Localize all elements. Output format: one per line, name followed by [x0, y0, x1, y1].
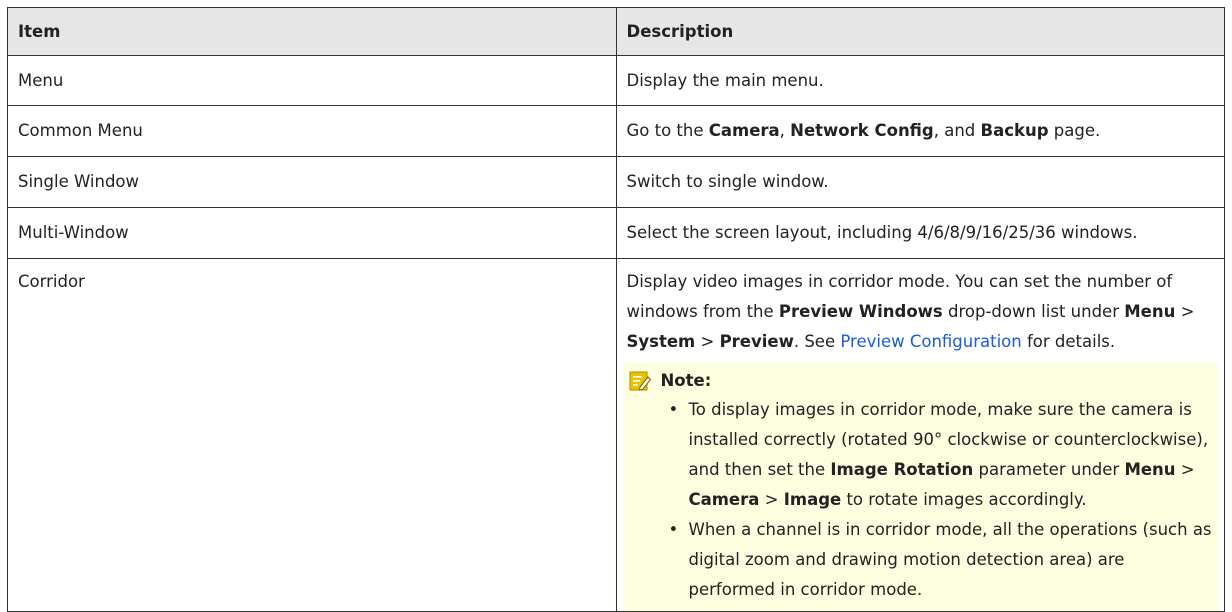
note-title: Note: — [660, 371, 712, 390]
note-heading: Note: — [629, 367, 1213, 395]
item-cell: Common Menu — [7, 105, 617, 157]
description-cell: Select the screen layout, including 4/6/… — [615, 207, 1225, 259]
header-description: Description — [615, 7, 1225, 56]
description-cell: Display the main menu. — [615, 55, 1225, 106]
description-cell: Switch to single window. — [615, 156, 1225, 208]
table-row: Multi-Window Select the screen layout, i… — [7, 207, 1225, 259]
header-item: Item — [7, 7, 617, 56]
preview-configuration-link[interactable]: Preview Configuration — [840, 332, 1021, 351]
table-row: Menu Display the main menu. — [7, 55, 1225, 106]
note-list: To display images in corridor mode, make… — [629, 395, 1213, 605]
note-box: Note: To display images in corridor mode… — [622, 363, 1218, 611]
table-header-row: Item Description — [7, 7, 1225, 56]
description-cell: Display video images in corridor mode. Y… — [615, 258, 1225, 612]
description-cell: Go to the Camera, Network Config, and Ba… — [615, 105, 1225, 157]
item-cell: Menu — [7, 55, 617, 106]
table-row: Common Menu Go to the Camera, Network Co… — [7, 105, 1225, 157]
note-bullet: When a channel is in corridor mode, all … — [669, 515, 1213, 605]
item-cell: Corridor — [7, 258, 617, 612]
item-cell: Multi-Window — [7, 207, 617, 259]
term-backup: Backup — [980, 121, 1049, 140]
term-camera: Camera — [708, 121, 780, 140]
description-table: Item Description Menu Display the main m… — [7, 7, 1225, 612]
corridor-description: Display video images in corridor mode. Y… — [626, 272, 1195, 351]
note-bullet: To display images in corridor mode, make… — [669, 395, 1213, 515]
term-network-config: Network Config — [790, 121, 934, 140]
table-row: Single Window Switch to single window. — [7, 156, 1225, 208]
table-row: Corridor Display video images in corrido… — [7, 258, 1225, 612]
item-cell: Single Window — [7, 156, 617, 208]
note-pencil-icon — [629, 371, 651, 391]
